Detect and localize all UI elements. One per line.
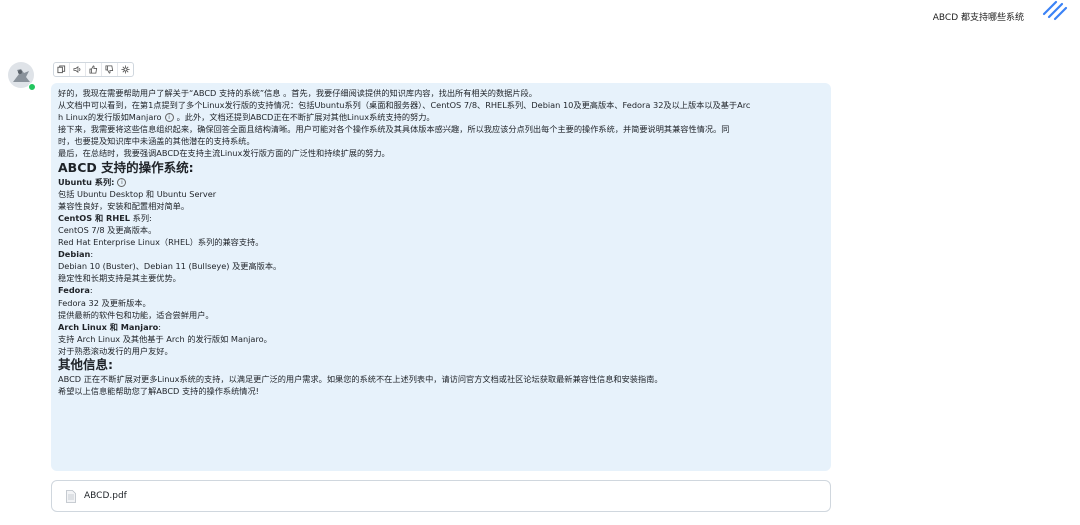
os-detail: 包括 Ubuntu Desktop 和 Ubuntu Server [58, 188, 217, 199]
assistant-answer-bubble: 好的，我现在需要帮助用户了解关于“ABCD 支持的系统”信息 。首先，我要仔细阅… [51, 83, 831, 471]
answer-text: 从文档中可以看到，在第1点提到了多个Linux发行版的支持情况：包括Ubuntu… [58, 100, 751, 111]
os-detail: CentOS 7/8 及更高版本。 [58, 224, 157, 235]
user-avatar [1042, 0, 1068, 21]
answer-text: 希望以上信息能帮助您了解ABCD 支持的操作系统情况! [58, 386, 259, 397]
section-heading: ABCD 支持的操作系统: [58, 159, 194, 175]
os-detail: 支持 Arch Linux 及其他基于 Arch 的发行版如 Manjaro。 [58, 333, 272, 344]
dislike-button[interactable] [102, 63, 118, 76]
info-icon[interactable]: i [164, 113, 174, 123]
answer-text: 最后，在总结时，我要强调ABCD在支持主流Linux发行版方面的广泛性和持续扩展… [58, 148, 390, 159]
answer-text: 接下来，我需要将这些信息组织起来，确保回答全面且结构清晰。用户可能对各个操作系统… [58, 124, 730, 135]
file-icon [66, 489, 76, 503]
read-aloud-button[interactable] [70, 63, 86, 76]
regenerate-button[interactable] [118, 63, 133, 76]
user-message: ABCD 都支持哪些系统 [932, 13, 1024, 23]
os-detail: 稳定性和长期支持是其主要优势。 [58, 273, 181, 284]
os-title-ubuntu: Ubuntu 系列: i [58, 176, 824, 188]
message-actions-toolbar [53, 62, 134, 77]
answer-text: 时，也要提及知识库中未涵盖的其他潜在的支持系统。 [58, 136, 255, 147]
section-heading: 其他信息: [58, 356, 113, 372]
os-title-fedora: Fedora: [58, 285, 93, 296]
os-detail: 提供最新的软件包和功能，适合尝鲜用户。 [58, 309, 214, 320]
os-detail: Red Hat Enterprise Linux（RHEL）系列的兼容支持。 [58, 237, 264, 248]
os-detail: Fedora 32 及更新版本。 [58, 297, 151, 308]
copy-icon [57, 65, 66, 74]
os-title-arch: Arch Linux 和 Manjaro: [58, 321, 162, 332]
os-detail: Debian 10 (Buster)、Debian 11 (Bullseye) … [58, 261, 282, 272]
thumbs-down-icon [105, 65, 114, 74]
sparkle-icon [121, 65, 130, 74]
os-title-centos: CentOS 和 RHEL 系列: [58, 212, 152, 223]
speaker-icon [73, 65, 81, 74]
info-icon[interactable]: i [117, 177, 127, 187]
chat-page: ABCD 都支持哪些系统 好的，我现在需要帮助用户了解关于“ABCD 支持的系统… [0, 0, 1080, 525]
like-button[interactable] [86, 63, 102, 76]
os-detail: 对于熟悉滚动发行的用户友好。 [58, 345, 173, 356]
attachment-filename[interactable]: ABCD.pdf [84, 491, 127, 501]
attachment-card[interactable]: ABCD.pdf [51, 480, 831, 512]
copy-button[interactable] [54, 63, 70, 76]
answer-text: 好的，我现在需要帮助用户了解关于“ABCD 支持的系统”信息 。首先，我要仔细阅… [58, 88, 537, 98]
answer-text: ABCD 正在不断扩展对更多Linux系统的支持，以满足更广泛的用户需求。如果您… [58, 373, 663, 384]
os-detail: 兼容性良好，安装和配置相对简单。 [58, 200, 190, 211]
answer-text: h Linux的发行版如Manjaro i 。此外，文档还提到ABCD正在不断扩展对… [58, 112, 435, 123]
online-status-dot [28, 83, 36, 91]
thumbs-up-icon [89, 65, 98, 74]
os-title-debian: Debian: [58, 249, 94, 260]
